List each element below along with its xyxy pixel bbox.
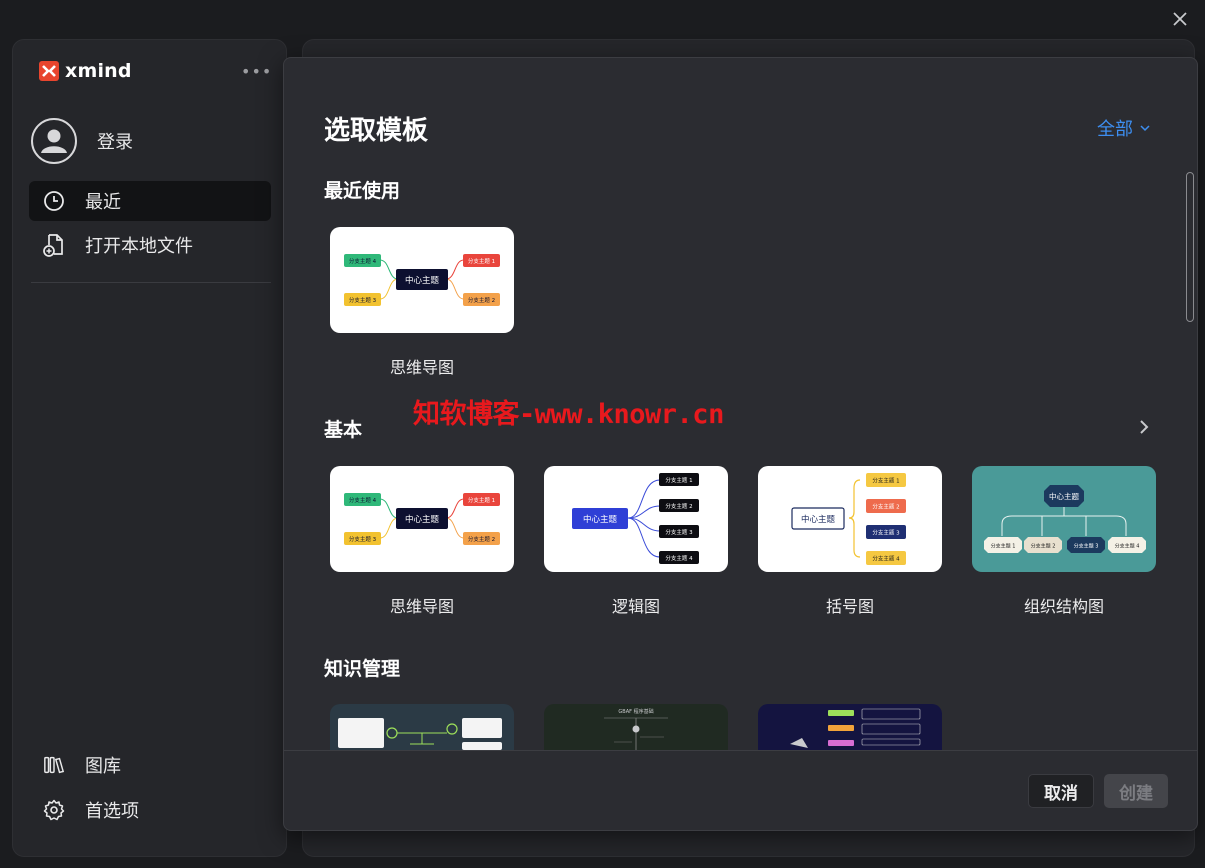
- svg-text:分支主题 4: 分支主题 4: [1115, 543, 1140, 550]
- template-card-label: 组织结构图: [1023, 597, 1104, 616]
- template-card-label: 思维导图: [389, 358, 454, 377]
- template-card-mindmap-recent[interactable]: 中心主题 分支主题 4 分支主题 3 分支主题 1 分支主题 2 思维导图: [330, 227, 514, 378]
- template-thumbnail: [330, 704, 514, 750]
- svg-text:中心主题: 中心主题: [583, 514, 618, 525]
- svg-text:分支主题 3: 分支主题 3: [872, 529, 900, 537]
- clock-icon: [43, 190, 65, 212]
- dialog-footer-divider: [284, 750, 1197, 751]
- sidebar-item-label: 最近: [85, 192, 121, 213]
- svg-text:分支主题 3: 分支主题 3: [349, 296, 377, 304]
- template-card-label: 逻辑图: [611, 597, 660, 616]
- svg-text:GBAF 程序基础: GBAF 程序基础: [618, 708, 653, 715]
- section-title-basic: 基本: [324, 419, 363, 441]
- svg-text:分支主题 2: 分支主题 2: [468, 296, 495, 304]
- template-card-label: 括号图: [825, 597, 874, 616]
- login-button[interactable]: 登录: [31, 118, 133, 164]
- window-close-button[interactable]: [1169, 8, 1191, 30]
- category-filter-dropdown[interactable]: 全部: [1097, 115, 1151, 141]
- sidebar-divider: [31, 282, 271, 283]
- svg-text:分支主题 1: 分支主题 1: [872, 477, 899, 485]
- brand-name: xmind: [65, 60, 132, 82]
- svg-text:分支主题 2: 分支主题 2: [1031, 543, 1056, 550]
- chevron-down-icon: [1140, 125, 1150, 132]
- dialog-title: 选取模板: [324, 116, 429, 146]
- create-button[interactable]: 创建: [1104, 774, 1168, 808]
- sidebar-item-label: 首选项: [85, 801, 139, 822]
- template-card-brace-map[interactable]: 中心主题 分支主题 1 分支主题 2 分支主题 3 分支主题 4 括号图: [758, 466, 942, 617]
- more-options-button[interactable]: •••: [241, 62, 272, 81]
- template-thumbnail: 中心主题 分支主题 1 分支主题 2 分支主题 3 分支主题 4: [544, 466, 728, 572]
- svg-text:中心主题: 中心主题: [405, 514, 440, 525]
- template-thumbnail: 中心主题 分支主题 4 分支主题 3 分支主题 1 分支主题 2: [330, 466, 514, 572]
- template-card-knowledge-1[interactable]: [330, 704, 514, 750]
- svg-text:分支主题 2: 分支主题 2: [665, 502, 692, 510]
- template-card-mindmap[interactable]: 中心主题 分支主题 4 分支主题 3 分支主题 1 分支主题 2 思维导图: [330, 466, 514, 617]
- cancel-button[interactable]: 取消: [1028, 774, 1094, 808]
- filter-label: 全部: [1097, 119, 1133, 140]
- xmind-logo-icon: [39, 61, 59, 81]
- svg-text:分支主题 1: 分支主题 1: [991, 543, 1016, 550]
- template-thumbnail: 中心主题 分支主题 1 分支主题 2 分支主题 3 分支主题 4: [972, 466, 1156, 572]
- template-thumbnail: 中心主题 分支主题 4 分支主题 3 分支主题 1 分支主题 2: [330, 227, 514, 333]
- sidebar-item-recent[interactable]: 最近: [29, 181, 271, 221]
- sidebar-item-preferences[interactable]: 首选项: [29, 790, 271, 830]
- svg-text:中心主题: 中心主题: [801, 514, 836, 525]
- svg-text:分支主题 4: 分支主题 4: [665, 554, 693, 562]
- template-thumbnail: 中心主题 分支主题 1 分支主题 2 分支主题 3 分支主题 4: [758, 466, 942, 572]
- template-card-org-chart[interactable]: 中心主题 分支主题 1 分支主题 2 分支主题 3 分支主题 4 组织结构图: [972, 466, 1156, 617]
- svg-text:分支主题 4: 分支主题 4: [872, 555, 900, 563]
- svg-text:分支主题 2: 分支主题 2: [872, 503, 899, 511]
- svg-text:分支主题 1: 分支主题 1: [468, 257, 495, 265]
- svg-text:分支主题 2: 分支主题 2: [468, 535, 495, 543]
- svg-text:分支主题 1: 分支主题 1: [665, 476, 692, 484]
- template-thumbnail: [758, 704, 942, 750]
- login-label: 登录: [97, 132, 133, 153]
- template-thumbnail: GBAF 程序基础: [544, 704, 728, 750]
- sidebar-item-open-local-file[interactable]: 打开本地文件: [29, 225, 271, 265]
- svg-text:分支主题 3: 分支主题 3: [1074, 543, 1099, 550]
- template-card-knowledge-3[interactable]: [758, 704, 942, 750]
- watermark-text: 知软博客-www.knowr.cn: [413, 399, 724, 430]
- template-card-knowledge-2[interactable]: GBAF 程序基础: [544, 704, 728, 750]
- svg-text:中心主题: 中心主题: [1049, 491, 1079, 501]
- template-picker-dialog: 选取模板 全部 最近使用 中心主题 分支主题 4 分支主题 3 分支主题 1 分…: [283, 57, 1198, 831]
- template-card-logic-chart[interactable]: 中心主题 分支主题 1 分支主题 2 分支主题 3 分支主题 4 逻辑图: [544, 466, 728, 617]
- svg-text:中心主题: 中心主题: [405, 275, 440, 286]
- avatar-icon: [31, 118, 77, 164]
- brand: xmind: [39, 60, 132, 82]
- sidebar-item-label: 打开本地文件: [85, 236, 193, 257]
- library-icon: [43, 754, 65, 776]
- chevron-right-icon[interactable]: [1137, 419, 1151, 434]
- section-title-knowledge: 知识管理: [324, 658, 401, 680]
- svg-text:分支主题 3: 分支主题 3: [665, 528, 693, 536]
- template-card-label: 思维导图: [389, 597, 454, 616]
- sidebar-item-library[interactable]: 图库: [29, 745, 271, 785]
- svg-text:分支主题 4: 分支主题 4: [349, 496, 377, 504]
- svg-text:分支主题 1: 分支主题 1: [468, 496, 495, 504]
- svg-text:分支主题 4: 分支主题 4: [349, 257, 377, 265]
- sidebar-item-label: 图库: [85, 756, 121, 777]
- gear-icon: [43, 799, 65, 821]
- close-icon: [1173, 12, 1187, 26]
- section-title-recent: 最近使用: [324, 180, 401, 202]
- file-add-icon: [43, 234, 65, 257]
- svg-text:分支主题 3: 分支主题 3: [349, 535, 377, 543]
- scrollbar[interactable]: [1186, 172, 1194, 322]
- sidebar: xmind ••• 登录 最近 打开本地文件 图库 首选项: [12, 39, 287, 857]
